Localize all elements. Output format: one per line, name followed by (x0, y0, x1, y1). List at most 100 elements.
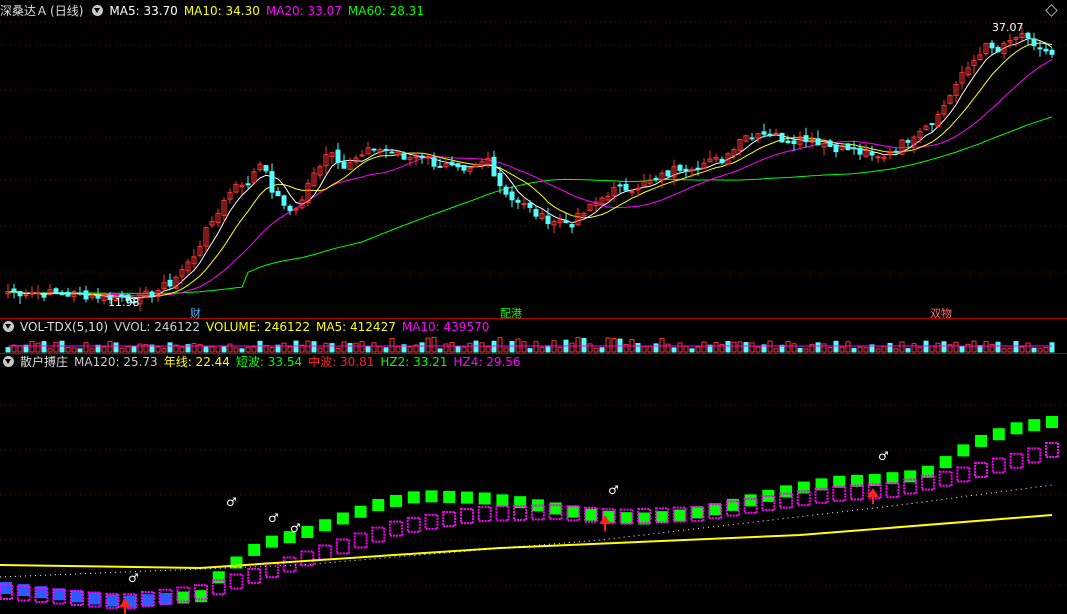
volume-bar (683, 345, 689, 353)
volume-bar (953, 341, 959, 353)
volume-bar (335, 348, 341, 353)
volume-bar (449, 341, 455, 353)
candle (1049, 49, 1055, 55)
volume-bar (557, 347, 563, 353)
signal-symbol: ♂ (268, 511, 279, 525)
volume-bar (731, 341, 737, 353)
mid-wave-bar (849, 484, 864, 501)
volume-bar (593, 347, 599, 353)
candle (623, 183, 629, 191)
candle (77, 292, 83, 295)
candle (1037, 47, 1043, 50)
volume-bar (167, 342, 173, 353)
volume-bar (1019, 346, 1025, 353)
volume-bar (773, 348, 779, 353)
candle (17, 291, 23, 297)
volume-bar (269, 347, 275, 353)
candle (785, 140, 791, 144)
short-wave-bar (70, 590, 83, 603)
short-wave-bar (992, 428, 1005, 441)
volume-bar (611, 338, 617, 353)
short-wave-bar (904, 470, 917, 483)
candle (383, 148, 389, 151)
volume-bar (677, 342, 683, 353)
mid-wave-bar (459, 508, 474, 525)
volume-bar (77, 348, 83, 353)
short-wave-bar (620, 512, 633, 525)
candle (857, 147, 863, 155)
mid-wave-bar (885, 482, 900, 499)
volume-bar (497, 337, 503, 353)
candle (563, 220, 569, 224)
candle (773, 132, 779, 135)
candle (359, 154, 365, 157)
ma5-line (7, 38, 1053, 300)
volume-bar (575, 337, 581, 353)
volume-bar (653, 343, 659, 353)
volume-bar (587, 343, 593, 353)
volume-bar (161, 348, 167, 353)
volume-bar (65, 347, 71, 353)
volume-bar (737, 341, 743, 353)
volume-bar (803, 348, 809, 353)
candle (455, 163, 461, 168)
volume-bar (5, 347, 11, 353)
volume-bar (107, 340, 113, 353)
volume-bar (179, 346, 185, 353)
volume-bar (119, 347, 125, 353)
volume-bar (1049, 342, 1055, 353)
volume-bar (437, 348, 443, 353)
candle (413, 156, 419, 159)
mid-wave-bar (282, 556, 297, 573)
volume-bar (1013, 341, 1019, 353)
candle (53, 288, 59, 294)
volume-bar (365, 345, 371, 353)
short-wave-bar (673, 509, 686, 522)
volume-bar (89, 348, 95, 353)
volume-bar (989, 343, 995, 353)
volume-bar (215, 345, 221, 353)
short-wave-bar (460, 491, 473, 504)
candle (245, 183, 251, 186)
candle (545, 215, 551, 225)
volume-bar (881, 345, 887, 353)
event-marker[interactable]: 配港 (500, 307, 522, 320)
mid-wave-bar (264, 562, 279, 579)
candle (65, 291, 71, 297)
volume-bar (833, 340, 839, 353)
event-marker[interactable]: 财 (190, 306, 201, 320)
volume-bar (743, 342, 749, 353)
volume-bar (905, 348, 911, 353)
short-wave-bar (478, 492, 491, 505)
volume-bar (281, 342, 287, 353)
candle (569, 224, 575, 228)
volume-bar (395, 345, 401, 353)
volume-bar (917, 346, 923, 353)
candle (491, 156, 497, 177)
volume-bar (209, 346, 215, 353)
volume-bar (47, 348, 53, 353)
candle (1031, 38, 1037, 47)
event-marker[interactable]: 双物 (930, 306, 952, 320)
candle (287, 205, 293, 212)
stock-chart-canvas[interactable]: 37.07 11.98 财 配港 双物 ♂ ♂ ♂ ♂ ♂ ♂ (0, 0, 1067, 614)
candle (791, 140, 797, 145)
candle (827, 140, 833, 147)
candle (1025, 32, 1031, 39)
volume-bar (857, 346, 863, 353)
volume-bar (509, 340, 515, 353)
candle (845, 143, 851, 151)
volume-bar (41, 341, 47, 353)
candle (665, 170, 671, 177)
short-wave-bar (585, 508, 598, 521)
short-wave-bar (141, 594, 154, 607)
candle (437, 165, 443, 168)
volume-bar (1001, 348, 1007, 353)
volume-bar (227, 343, 233, 353)
volume-bar (353, 342, 359, 353)
candle (149, 291, 155, 298)
volume-bar (605, 337, 611, 353)
short-wave-bar (265, 535, 278, 548)
mid-wave-bar (389, 520, 404, 537)
volume-bar (713, 341, 719, 353)
